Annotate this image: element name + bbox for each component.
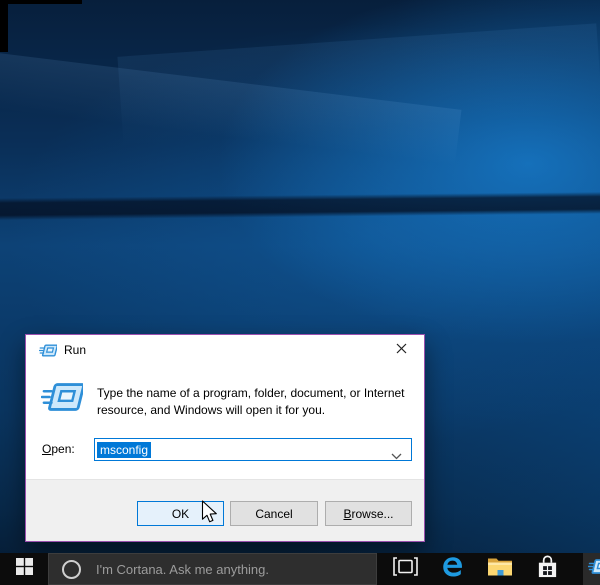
dialog-message: Type the name of a program, folder, docu…	[97, 385, 417, 418]
chevron-down-icon[interactable]	[391, 447, 402, 465]
task-view-icon	[393, 557, 418, 581]
store-icon	[536, 555, 559, 584]
taskbar: I'm Cortana. Ask me anything.	[0, 553, 600, 585]
edge-browser-button[interactable]	[432, 553, 472, 585]
run-dialog: Run Type the name of a program, fold	[25, 334, 425, 542]
run-app-taskbar-button[interactable]	[583, 553, 600, 585]
cortana-ring-icon	[62, 560, 81, 579]
wallpaper-light-beam	[117, 23, 600, 146]
cortana-search-box[interactable]: I'm Cortana. Ask me anything.	[48, 553, 377, 585]
screen-corner-black-strip	[0, 0, 82, 4]
wallpaper-dark-band	[0, 192, 600, 220]
ok-button[interactable]: OK	[137, 501, 224, 526]
search-placeholder: I'm Cortana. Ask me anything.	[96, 562, 269, 577]
close-button[interactable]	[379, 335, 424, 365]
start-icon	[16, 558, 33, 580]
file-explorer-button[interactable]	[480, 553, 520, 585]
close-icon	[396, 341, 407, 359]
file-explorer-icon	[487, 556, 513, 582]
screen-corner-black-strip	[0, 0, 8, 52]
dialog-title: Run	[64, 335, 86, 365]
open-label: Open:	[42, 442, 75, 456]
browse-button[interactable]: Browse...	[325, 501, 412, 526]
open-combobox-value-selected[interactable]: msconfig	[97, 442, 151, 458]
run-icon-large	[41, 379, 83, 415]
dialog-message-line1: Type the name of a program, folder, docu…	[97, 385, 417, 402]
run-dialog-titlebar[interactable]: Run	[26, 335, 424, 365]
open-combobox[interactable]: msconfig	[94, 438, 412, 461]
dialog-message-line2: resource, and Windows will open it for y…	[97, 402, 417, 419]
run-icon	[39, 343, 57, 358]
edge-icon	[440, 554, 465, 584]
start-button[interactable]	[0, 553, 48, 585]
run-app-icon	[583, 557, 600, 581]
dialog-button-strip: OK Cancel Browse...	[26, 479, 424, 541]
store-button[interactable]	[527, 553, 567, 585]
task-view-button[interactable]	[385, 553, 425, 585]
cancel-button[interactable]: Cancel	[230, 501, 318, 526]
